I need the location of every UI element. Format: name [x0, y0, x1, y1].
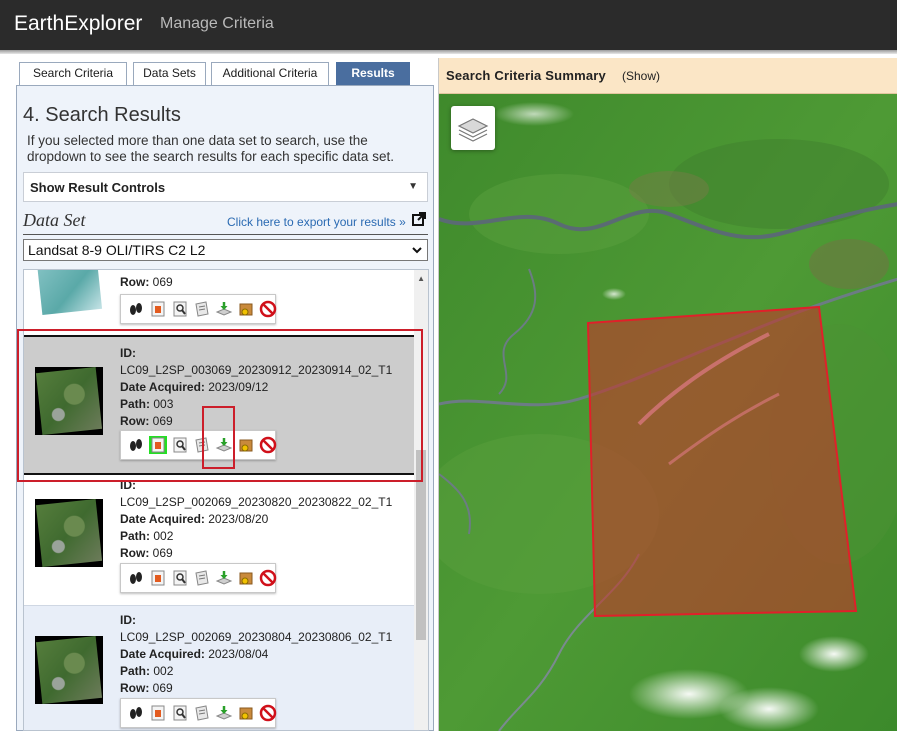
results-panel: 4. Search Results If you selected more t…	[16, 85, 434, 731]
exclude-icon[interactable]	[259, 569, 277, 587]
download-icon[interactable]	[215, 704, 233, 722]
manage-criteria-link[interactable]: Manage Criteria	[160, 15, 274, 33]
page-title: 4. Search Results	[23, 104, 181, 126]
footprint-icon[interactable]	[127, 300, 145, 318]
download-icon[interactable]	[215, 436, 233, 454]
download-icon[interactable]	[215, 569, 233, 587]
tab-data-sets[interactable]: Data Sets	[133, 62, 206, 85]
scene-thumbnail[interactable]	[35, 499, 103, 567]
scene-thumbnail[interactable]	[35, 636, 103, 704]
compare-icon[interactable]	[171, 300, 189, 318]
scrollbar[interactable]: ▲	[414, 270, 428, 730]
tab-additional-criteria[interactable]: Additional Criteria	[211, 62, 329, 85]
path-value: 002	[153, 529, 174, 543]
scene-id: LC09_L2SP_003069_20230912_20230914_02_T1	[120, 363, 393, 377]
chevron-down-icon	[412, 247, 422, 254]
search-criteria-summary-bar: Search Criteria Summary (Show)	[439, 58, 897, 94]
results-list[interactable]: Row: 069 ID: LC09_L2SP_003069_20230912_2…	[23, 269, 429, 731]
scene-footprint	[586, 305, 858, 618]
footprint-icon[interactable]	[127, 569, 145, 587]
list-item: Row: 069	[24, 270, 416, 324]
date-acquired: 2023/08/20	[208, 512, 269, 526]
date-acquired: 2023/08/04	[208, 647, 269, 661]
result-toolbar	[120, 430, 277, 460]
scrollbar-thumb[interactable]	[416, 450, 426, 640]
results-description: If you selected more than one data set t…	[27, 133, 394, 164]
compare-icon[interactable]	[171, 569, 189, 587]
result-controls-label: Show Result Controls	[30, 180, 166, 195]
exclude-icon[interactable]	[259, 704, 277, 722]
metadata-icon[interactable]	[193, 569, 211, 587]
divider	[23, 234, 428, 235]
result-meta: ID: LC09_L2SP_002069_20230804_20230806_0…	[120, 613, 393, 695]
layers-icon	[457, 118, 489, 142]
exclude-icon[interactable]	[259, 436, 277, 454]
row-value: 069	[152, 681, 173, 695]
result-meta: ID: LC09_L2SP_003069_20230912_20230914_0…	[120, 346, 393, 428]
result-toolbar	[120, 698, 277, 728]
footprint-icon[interactable]	[127, 436, 145, 454]
result-toolbar	[120, 294, 277, 324]
brand-logo[interactable]: EarthExplorer	[14, 12, 142, 36]
show-result-controls-toggle[interactable]: Show Result Controls ▼	[23, 172, 428, 202]
layers-button[interactable]	[451, 106, 495, 150]
metadata-icon[interactable]	[193, 704, 211, 722]
row-value: 069	[152, 546, 173, 560]
list-item-selected: ID: LC09_L2SP_003069_20230912_20230914_0…	[24, 335, 416, 475]
overlay-icon[interactable]	[149, 704, 167, 722]
dataset-select-value: Landsat 8-9 OLI/TIRS C2 L2	[28, 242, 206, 258]
summary-title: Search Criteria Summary	[446, 68, 606, 83]
map-view[interactable]	[439, 94, 897, 731]
order-icon[interactable]	[237, 300, 255, 318]
tab-search-criteria[interactable]: Search Criteria	[19, 62, 127, 85]
result-toolbar	[120, 563, 277, 593]
tab-results[interactable]: Results	[336, 62, 410, 85]
overlay-icon[interactable]	[149, 300, 167, 318]
scroll-up-icon[interactable]: ▲	[417, 274, 425, 283]
result-meta: ID: LC09_L2SP_002069_20230820_20230822_0…	[120, 478, 393, 560]
export-results-link[interactable]: Click here to export your results »	[227, 215, 406, 229]
footprint-icon[interactable]	[127, 704, 145, 722]
order-icon[interactable]	[237, 704, 255, 722]
caret-down-icon: ▼	[408, 181, 418, 192]
metadata-icon[interactable]	[193, 436, 211, 454]
order-icon[interactable]	[237, 436, 255, 454]
path-value: 003	[153, 397, 174, 411]
scene-id: LC09_L2SP_002069_20230820_20230822_02_T1	[120, 495, 393, 509]
dataset-select[interactable]: Landsat 8-9 OLI/TIRS C2 L2	[23, 239, 428, 261]
overlay-icon[interactable]	[149, 436, 167, 454]
overlay-icon[interactable]	[149, 569, 167, 587]
scene-thumbnail[interactable]	[35, 367, 103, 435]
exclude-icon[interactable]	[259, 300, 277, 318]
path-value: 002	[153, 664, 174, 678]
metadata-icon[interactable]	[193, 300, 211, 318]
external-link-icon[interactable]	[412, 212, 426, 226]
scene-thumbnail[interactable]	[35, 270, 103, 318]
scene-id: LC09_L2SP_002069_20230804_20230806_02_T1	[120, 630, 393, 644]
summary-show-link[interactable]: (Show)	[622, 69, 660, 83]
list-item: ID: LC09_L2SP_002069_20230820_20230822_0…	[24, 475, 416, 605]
order-icon[interactable]	[237, 569, 255, 587]
map-panel: Search Criteria Summary (Show)	[438, 58, 897, 731]
date-acquired: 2023/09/12	[208, 380, 269, 394]
left-panel: Search Criteria Data Sets Additional Cri…	[14, 58, 434, 731]
top-bar: EarthExplorer Manage Criteria	[0, 0, 897, 54]
list-item: ID: LC09_L2SP_002069_20230804_20230806_0…	[24, 605, 416, 730]
compare-icon[interactable]	[171, 704, 189, 722]
download-icon[interactable]	[215, 300, 233, 318]
result-meta: Row: 069	[120, 275, 173, 289]
dataset-heading: Data Set	[23, 210, 86, 230]
row-value: 069	[152, 414, 173, 428]
compare-icon[interactable]	[171, 436, 189, 454]
